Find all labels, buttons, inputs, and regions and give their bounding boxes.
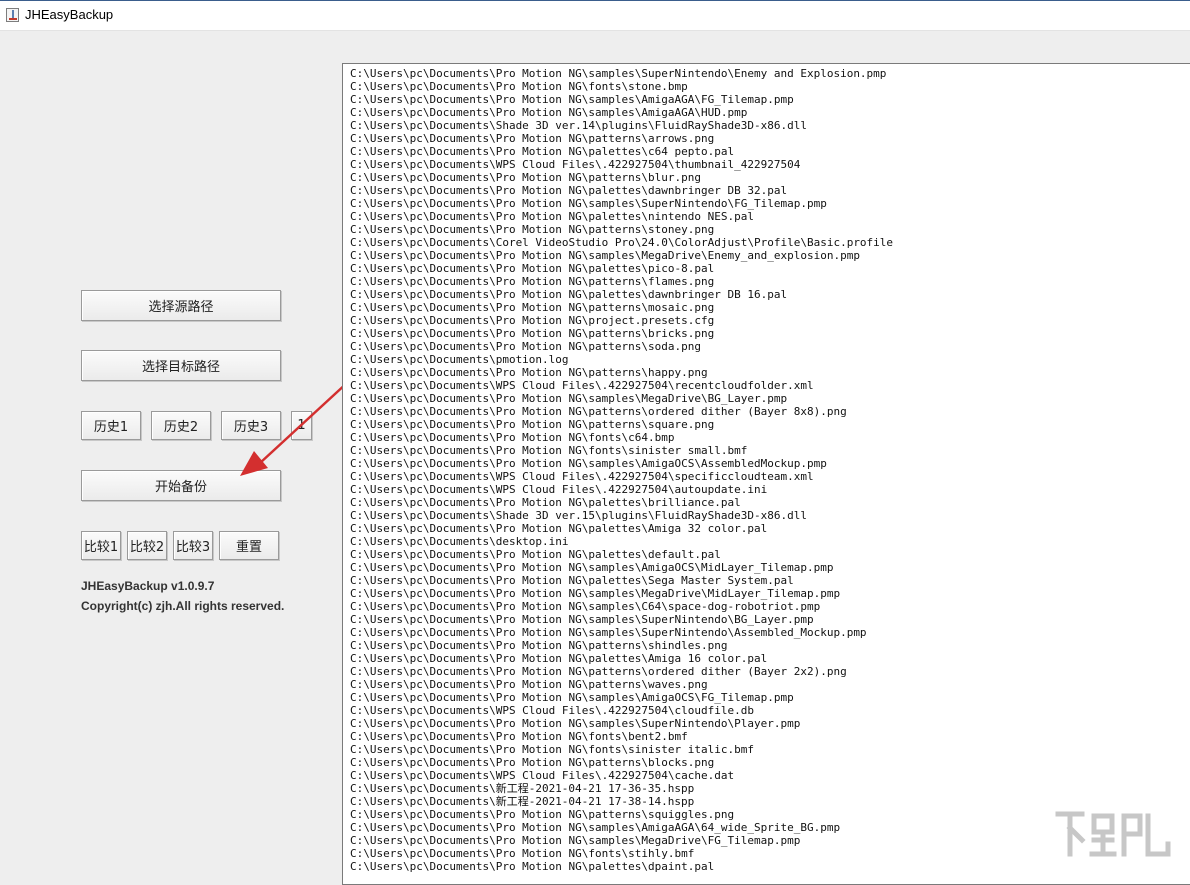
file-list-item[interactable]: C:\Users\pc\Documents\pmotion.log	[350, 353, 1190, 366]
file-list-item[interactable]: C:\Users\pc\Documents\Pro Motion NG\patt…	[350, 171, 1190, 184]
file-list-item[interactable]: C:\Users\pc\Documents\Pro Motion NG\samp…	[350, 613, 1190, 626]
file-list-item[interactable]: C:\Users\pc\Documents\Pro Motion NG\samp…	[350, 197, 1190, 210]
site-logo-watermark	[1055, 811, 1171, 857]
file-list-item[interactable]: C:\Users\pc\Documents\Pro Motion NG\font…	[350, 743, 1190, 756]
file-list-item[interactable]: C:\Users\pc\Documents\Pro Motion NG\samp…	[350, 392, 1190, 405]
file-list-panel[interactable]: C:\Users\pc\Documents\Pro Motion NG\samp…	[342, 63, 1190, 885]
title-bar: JHEasyBackup	[0, 1, 1190, 31]
file-list-item[interactable]: C:\Users\pc\Documents\Pro Motion NG\pale…	[350, 210, 1190, 223]
file-list-item[interactable]: C:\Users\pc\Documents\Shade 3D ver.14\pl…	[350, 119, 1190, 132]
file-list-item[interactable]: C:\Users\pc\Documents\Pro Motion NG\pale…	[350, 184, 1190, 197]
file-list-item[interactable]: C:\Users\pc\Documents\Pro Motion NG\patt…	[350, 665, 1190, 678]
file-list-item[interactable]: C:\Users\pc\Documents\Shade 3D ver.15\pl…	[350, 509, 1190, 522]
file-list-item[interactable]: C:\Users\pc\Documents\WPS Cloud Files\.4…	[350, 704, 1190, 717]
file-list-item[interactable]: C:\Users\pc\Documents\Pro Motion NG\patt…	[350, 405, 1190, 418]
file-list-item[interactable]: C:\Users\pc\Documents\Pro Motion NG\pale…	[350, 496, 1190, 509]
history1-button[interactable]: 历史1	[81, 411, 141, 440]
file-list-item[interactable]: C:\Users\pc\Documents\Pro Motion NG\patt…	[350, 275, 1190, 288]
red-arrow-icon	[240, 381, 349, 476]
file-list-item[interactable]: C:\Users\pc\Documents\Pro Motion NG\pale…	[350, 145, 1190, 158]
file-list[interactable]: C:\Users\pc\Documents\Pro Motion NG\samp…	[343, 64, 1190, 873]
file-list-item[interactable]: C:\Users\pc\Documents\Pro Motion NG\samp…	[350, 626, 1190, 639]
file-list-item[interactable]: C:\Users\pc\Documents\Pro Motion NG\pale…	[350, 860, 1190, 873]
file-list-item[interactable]: C:\Users\pc\Documents\WPS Cloud Files\.4…	[350, 470, 1190, 483]
file-list-item[interactable]: C:\Users\pc\Documents\Pro Motion NG\samp…	[350, 106, 1190, 119]
file-list-item[interactable]: C:\Users\pc\Documents\Pro Motion NG\pale…	[350, 548, 1190, 561]
file-list-item[interactable]: C:\Users\pc\Documents\desktop.ini	[350, 535, 1190, 548]
file-list-item[interactable]: C:\Users\pc\Documents\Pro Motion NG\patt…	[350, 678, 1190, 691]
arrow-head	[240, 451, 268, 476]
file-list-item[interactable]: C:\Users\pc\Documents\Pro Motion NG\patt…	[350, 223, 1190, 236]
file-list-item[interactable]: C:\Users\pc\Documents\Pro Motion NG\patt…	[350, 756, 1190, 769]
file-list-item[interactable]: C:\Users\pc\Documents\Pro Motion NG\font…	[350, 80, 1190, 93]
file-list-item[interactable]: C:\Users\pc\Documents\Pro Motion NG\pale…	[350, 288, 1190, 301]
file-list-item[interactable]: C:\Users\pc\Documents\Pro Motion NG\samp…	[350, 93, 1190, 106]
copyright-label: Copyright(c) zjh.All rights reserved.	[81, 599, 285, 613]
file-list-item[interactable]: C:\Users\pc\Documents\Pro Motion NG\patt…	[350, 132, 1190, 145]
file-list-item[interactable]: C:\Users\pc\Documents\Pro Motion NG\samp…	[350, 717, 1190, 730]
file-list-item[interactable]: C:\Users\pc\Documents\Pro Motion NG\pale…	[350, 262, 1190, 275]
file-list-item[interactable]: C:\Users\pc\Documents\Pro Motion NG\samp…	[350, 600, 1190, 613]
file-list-item[interactable]: C:\Users\pc\Documents\Pro Motion NG\samp…	[350, 249, 1190, 262]
file-list-item[interactable]: C:\Users\pc\Documents\Pro Motion NG\pale…	[350, 652, 1190, 665]
file-list-item[interactable]: C:\Users\pc\Documents\Pro Motion NG\patt…	[350, 639, 1190, 652]
file-list-item[interactable]: C:\Users\pc\Documents\Pro Motion NG\samp…	[350, 67, 1190, 80]
select-source-button[interactable]: 选择源路径	[81, 290, 281, 321]
file-list-item[interactable]: C:\Users\pc\Documents\Pro Motion NG\samp…	[350, 561, 1190, 574]
file-list-item[interactable]: C:\Users\pc\Documents\WPS Cloud Files\.4…	[350, 769, 1190, 782]
file-list-item[interactable]: C:\Users\pc\Documents\WPS Cloud Files\.4…	[350, 158, 1190, 171]
file-list-item[interactable]: C:\Users\pc\Documents\Pro Motion NG\font…	[350, 431, 1190, 444]
file-list-item[interactable]: C:\Users\pc\Documents\Pro Motion NG\patt…	[350, 301, 1190, 314]
version-label: JHEasyBackup v1.0.9.7	[81, 579, 215, 593]
arrow-shaft	[259, 381, 349, 464]
file-list-item[interactable]: C:\Users\pc\Documents\Corel VideoStudio …	[350, 236, 1190, 249]
compare3-button[interactable]: 比较3	[173, 531, 213, 560]
file-list-item[interactable]: C:\Users\pc\Documents\新工程-2021-04-21 17-…	[350, 795, 1190, 808]
file-list-item[interactable]: C:\Users\pc\Documents\WPS Cloud Files\.4…	[350, 379, 1190, 392]
file-list-item[interactable]: C:\Users\pc\Documents\新工程-2021-04-21 17-…	[350, 782, 1190, 795]
file-list-item[interactable]: C:\Users\pc\Documents\Pro Motion NG\samp…	[350, 691, 1190, 704]
compare2-button[interactable]: 比较2	[127, 531, 167, 560]
file-list-item[interactable]: C:\Users\pc\Documents\Pro Motion NG\patt…	[350, 340, 1190, 353]
file-list-item[interactable]: C:\Users\pc\Documents\Pro Motion NG\patt…	[350, 327, 1190, 340]
file-list-item[interactable]: C:\Users\pc\Documents\Pro Motion NG\patt…	[350, 366, 1190, 379]
history2-button[interactable]: 历史2	[151, 411, 211, 440]
file-list-item[interactable]: C:\Users\pc\Documents\Pro Motion NG\font…	[350, 444, 1190, 457]
file-list-item[interactable]: C:\Users\pc\Documents\Pro Motion NG\pale…	[350, 522, 1190, 535]
java-cup-icon	[6, 8, 19, 22]
compare1-button[interactable]: 比较1	[81, 531, 121, 560]
window-title: JHEasyBackup	[25, 7, 114, 22]
file-list-item[interactable]: C:\Users\pc\Documents\Pro Motion NG\samp…	[350, 457, 1190, 470]
file-list-item[interactable]: C:\Users\pc\Documents\Pro Motion NG\pale…	[350, 574, 1190, 587]
file-list-item[interactable]: C:\Users\pc\Documents\Pro Motion NG\patt…	[350, 418, 1190, 431]
file-list-item[interactable]: C:\Users\pc\Documents\Pro Motion NG\proj…	[350, 314, 1190, 327]
file-list-item[interactable]: C:\Users\pc\Documents\WPS Cloud Files\.4…	[350, 483, 1190, 496]
file-list-item[interactable]: C:\Users\pc\Documents\Pro Motion NG\samp…	[350, 587, 1190, 600]
file-list-item[interactable]: C:\Users\pc\Documents\Pro Motion NG\font…	[350, 730, 1190, 743]
reset-button[interactable]: 重置	[219, 531, 279, 560]
